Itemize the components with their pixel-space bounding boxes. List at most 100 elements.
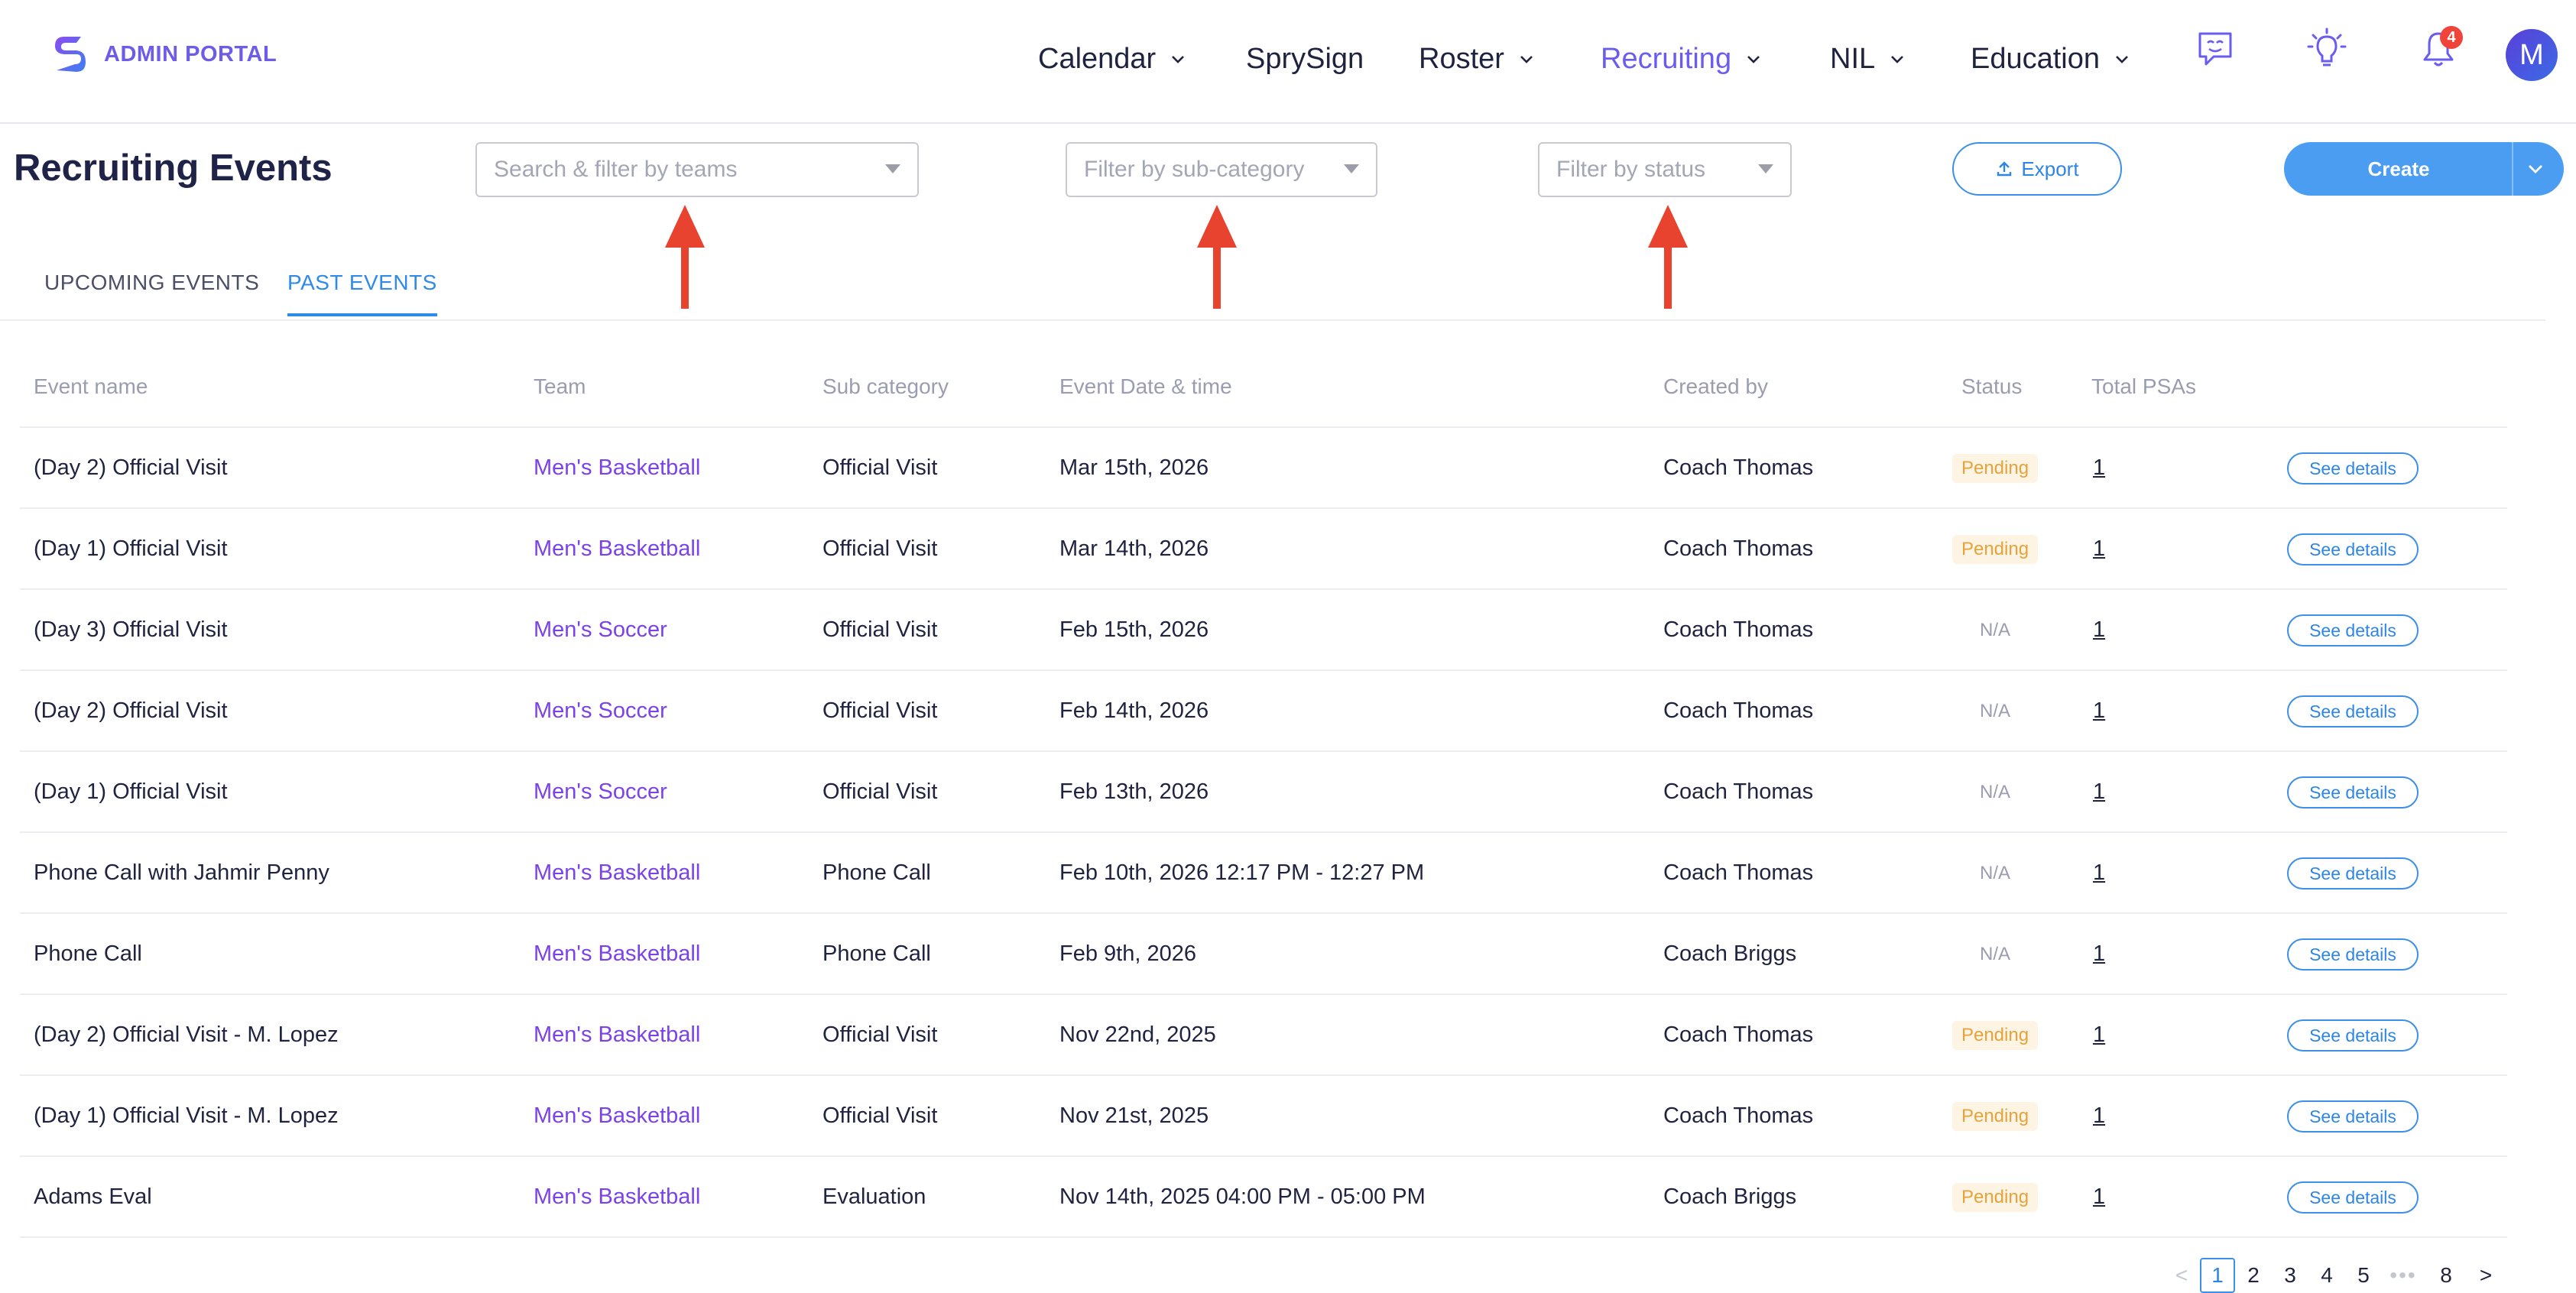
see-details-button[interactable]: See details bbox=[2287, 938, 2419, 971]
pagination-page-5[interactable]: 5 bbox=[2348, 1258, 2379, 1293]
top-navigation-bar: ADMIN PORTAL Calendar SprySign Roster Re… bbox=[0, 0, 2576, 124]
total-psas-link[interactable]: 1 bbox=[2093, 1157, 2105, 1236]
pagination: < 1 2 3 4 5 ••• 8 > bbox=[2166, 1258, 2510, 1293]
tab-upcoming-events[interactable]: UPCOMING EVENTS bbox=[44, 271, 259, 313]
nav-item-label: Roster bbox=[1419, 42, 1504, 75]
caret-down-icon bbox=[885, 164, 900, 173]
total-psas-link[interactable]: 1 bbox=[2093, 1076, 2105, 1155]
cell-team-link[interactable]: Men's Basketball bbox=[534, 428, 700, 507]
cell-event-name: (Day 2) Official Visit - M. Lopez bbox=[34, 1022, 339, 1047]
total-psas-link[interactable]: 1 bbox=[2093, 671, 2105, 750]
cell-created-by: Coach Briggs bbox=[1663, 941, 1797, 966]
table-row: (Day 1) Official Visit - M. Lopez Men's B… bbox=[20, 1074, 2507, 1155]
pagination-prev-button[interactable]: < bbox=[2166, 1258, 2197, 1293]
status-badge: N/A bbox=[1979, 863, 2011, 883]
cell-team-link[interactable]: Men's Basketball bbox=[534, 509, 700, 588]
nav-item-calendar[interactable]: Calendar bbox=[1038, 40, 1186, 78]
create-button[interactable]: Create bbox=[2284, 142, 2564, 196]
cell-team-link[interactable]: Men's Basketball bbox=[534, 1076, 700, 1155]
table-row: Phone Call with Jahmir Penny Men's Basket… bbox=[20, 831, 2507, 912]
cell-team-link[interactable]: Men's Basketball bbox=[534, 914, 700, 993]
notification-count-badge: 4 bbox=[2440, 26, 2463, 49]
nav-item-label: SprySign bbox=[1246, 42, 1364, 75]
cell-sub-category: Official Visit bbox=[822, 617, 938, 642]
cell-created-by: Coach Thomas bbox=[1663, 455, 1814, 480]
cell-team-link[interactable]: Men's Soccer bbox=[534, 671, 667, 750]
status-badge: Pending bbox=[1951, 1183, 2039, 1212]
subcategory-filter-select[interactable]: Filter by sub-category bbox=[1066, 142, 1377, 197]
total-psas-link[interactable]: 1 bbox=[2093, 914, 2105, 993]
nav-item-roster[interactable]: Roster bbox=[1419, 40, 1535, 78]
chevron-down-icon[interactable] bbox=[2526, 159, 2545, 179]
total-psas-link[interactable]: 1 bbox=[2093, 509, 2105, 588]
upload-icon bbox=[1997, 161, 2012, 177]
see-details-button[interactable]: See details bbox=[2287, 1100, 2419, 1133]
pagination-ellipsis[interactable]: ••• bbox=[2388, 1258, 2419, 1293]
cell-event-name: Phone Call bbox=[34, 941, 142, 966]
export-button[interactable]: Export bbox=[1952, 142, 2122, 196]
see-details-button[interactable]: See details bbox=[2287, 695, 2419, 728]
total-psas-link[interactable]: 1 bbox=[2093, 833, 2105, 912]
cell-event-date: Feb 13th, 2026 bbox=[1059, 779, 1209, 804]
see-details-button[interactable]: See details bbox=[2287, 533, 2419, 565]
team-filter-select[interactable]: Search & filter by teams bbox=[475, 142, 919, 197]
cell-event-date: Nov 22nd, 2025 bbox=[1059, 1022, 1216, 1047]
total-psas-link[interactable]: 1 bbox=[2093, 995, 2105, 1074]
status-badge: Pending bbox=[1951, 1102, 2039, 1131]
pagination-page-3[interactable]: 3 bbox=[2275, 1258, 2305, 1293]
column-header-sub-category: Sub category bbox=[822, 374, 949, 398]
nav-item-nil[interactable]: NIL bbox=[1830, 40, 1906, 78]
cell-sub-category: Official Visit bbox=[822, 455, 938, 480]
pagination-page-4[interactable]: 4 bbox=[2312, 1258, 2342, 1293]
see-details-button[interactable]: See details bbox=[2287, 776, 2419, 809]
see-details-button[interactable]: See details bbox=[2287, 614, 2419, 646]
page-title: Recruiting Events bbox=[14, 147, 333, 189]
caret-down-icon bbox=[1758, 164, 1773, 173]
team-filter-placeholder: Search & filter by teams bbox=[494, 157, 738, 182]
chat-feedback-icon[interactable] bbox=[2192, 26, 2238, 72]
export-label: Export bbox=[2021, 157, 2079, 180]
cell-sub-category: Official Visit bbox=[822, 779, 938, 804]
cell-sub-category: Official Visit bbox=[822, 536, 938, 561]
table-bottom-divider bbox=[20, 1236, 2507, 1238]
pagination-page-2[interactable]: 2 bbox=[2238, 1258, 2269, 1293]
cell-team-link[interactable]: Men's Basketball bbox=[534, 833, 700, 912]
status-filter-select[interactable]: Filter by status bbox=[1538, 142, 1792, 197]
nav-item-sprysign[interactable]: SprySign bbox=[1246, 40, 1364, 78]
spry-logo-icon[interactable] bbox=[50, 34, 90, 75]
cell-event-date: Feb 10th, 2026 12:17 PM - 12:27 PM bbox=[1059, 860, 1425, 885]
status-badge: Pending bbox=[1951, 1021, 2039, 1050]
see-details-button[interactable]: See details bbox=[2287, 857, 2419, 890]
pagination-next-button[interactable]: > bbox=[2471, 1258, 2501, 1293]
column-header-status: Status bbox=[1961, 374, 2023, 398]
cell-team-link[interactable]: Men's Basketball bbox=[534, 995, 700, 1074]
cell-team-link[interactable]: Men's Soccer bbox=[534, 590, 667, 669]
logo-text[interactable]: ADMIN PORTAL bbox=[104, 42, 277, 67]
lightbulb-icon[interactable] bbox=[2304, 26, 2350, 72]
total-psas-link[interactable]: 1 bbox=[2093, 428, 2105, 507]
cell-created-by: Coach Thomas bbox=[1663, 536, 1814, 561]
total-psas-link[interactable]: 1 bbox=[2093, 590, 2105, 669]
see-details-button[interactable]: See details bbox=[2287, 1181, 2419, 1214]
table-row: (Day 1) Official Visit Men's Basketball Of… bbox=[20, 507, 2507, 588]
cell-team-link[interactable]: Men's Basketball bbox=[534, 1157, 700, 1236]
chevron-down-icon bbox=[1747, 56, 1760, 63]
event-tabs: UPCOMING EVENTS PAST EVENTS bbox=[0, 252, 2545, 321]
nav-item-education[interactable]: Education bbox=[1971, 40, 2130, 78]
create-label: Create bbox=[2367, 157, 2430, 180]
see-details-button[interactable]: See details bbox=[2287, 452, 2419, 484]
chevron-down-icon bbox=[2116, 56, 2128, 63]
cell-created-by: Coach Thomas bbox=[1663, 1022, 1814, 1047]
status-badge: Pending bbox=[1951, 535, 2039, 564]
total-psas-link[interactable]: 1 bbox=[2093, 752, 2105, 831]
cell-team-link[interactable]: Men's Soccer bbox=[534, 752, 667, 831]
tab-past-events[interactable]: PAST EVENTS bbox=[287, 271, 437, 316]
pagination-page-last[interactable]: 8 bbox=[2431, 1258, 2461, 1293]
cell-event-date: Nov 14th, 2025 04:00 PM - 05:00 PM bbox=[1059, 1184, 1426, 1209]
pagination-page-1[interactable]: 1 bbox=[2200, 1258, 2235, 1293]
user-avatar[interactable]: M bbox=[2506, 29, 2558, 81]
nav-item-recruiting[interactable]: Recruiting bbox=[1601, 40, 1762, 78]
cell-sub-category: Official Visit bbox=[822, 698, 938, 723]
cell-event-name: (Day 3) Official Visit bbox=[34, 617, 228, 642]
see-details-button[interactable]: See details bbox=[2287, 1019, 2419, 1052]
